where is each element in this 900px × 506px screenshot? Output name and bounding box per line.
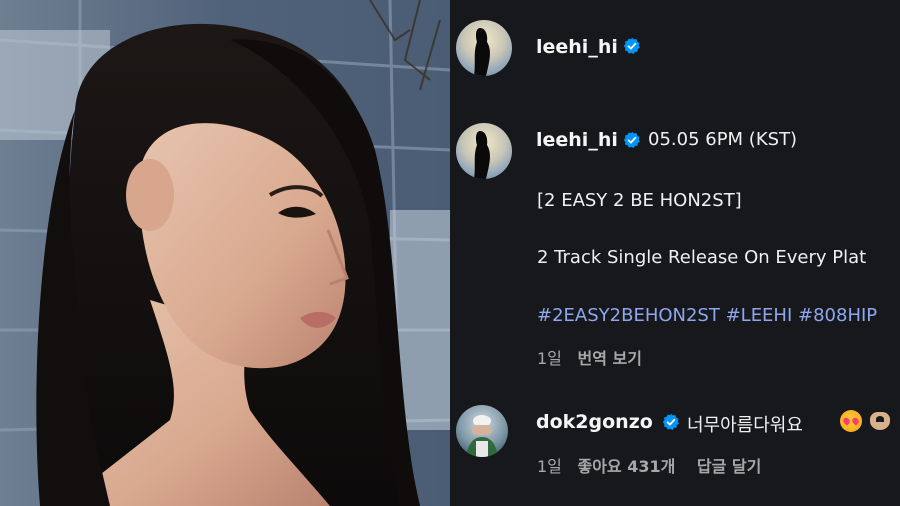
commenter-username[interactable]: dok2gonzo [536, 411, 653, 433]
comment-likes[interactable]: 좋아요 431개 [577, 457, 675, 476]
caption-meta: 1일 번역 보기 [537, 345, 642, 369]
caption-description: 2 Track Single Release On Every Plat [537, 247, 867, 268]
comment-text: 너무아름다워요 [687, 415, 803, 436]
translate-button[interactable]: 번역 보기 [577, 349, 641, 368]
instagram-post-panel: leehi_hi leehi_hi 05.05 6PM (KST) [2 EAS… [450, 0, 900, 506]
caption-hashtags[interactable]: #2EASY2BEHON2ST #LEEHI #808HIP [537, 305, 877, 326]
verified-badge-icon [623, 37, 640, 54]
author-avatar[interactable] [456, 20, 512, 76]
commenter-avatar[interactable] [456, 405, 508, 457]
release-info: 05.05 6PM (KST) [648, 129, 798, 150]
reply-button[interactable]: 답글 달기 [697, 457, 761, 476]
verified-badge-icon [623, 131, 640, 148]
profile-photo [0, 0, 450, 506]
verified-badge-icon [662, 413, 679, 430]
caption-time: 1일 [537, 349, 562, 368]
heart-hands-emoji-icon [870, 412, 890, 430]
caption-title-line: [2 EASY 2 BE HON2ST] [537, 190, 742, 211]
heart-eyes-emoji-icon [840, 410, 862, 432]
caption-author-avatar[interactable] [456, 123, 512, 179]
caption-username[interactable]: leehi_hi [536, 129, 618, 151]
comment-meta: 1일 좋아요 431개 답글 달기 [537, 453, 761, 477]
header-username[interactable]: leehi_hi [536, 36, 618, 58]
comment-time: 1일 [537, 457, 562, 476]
